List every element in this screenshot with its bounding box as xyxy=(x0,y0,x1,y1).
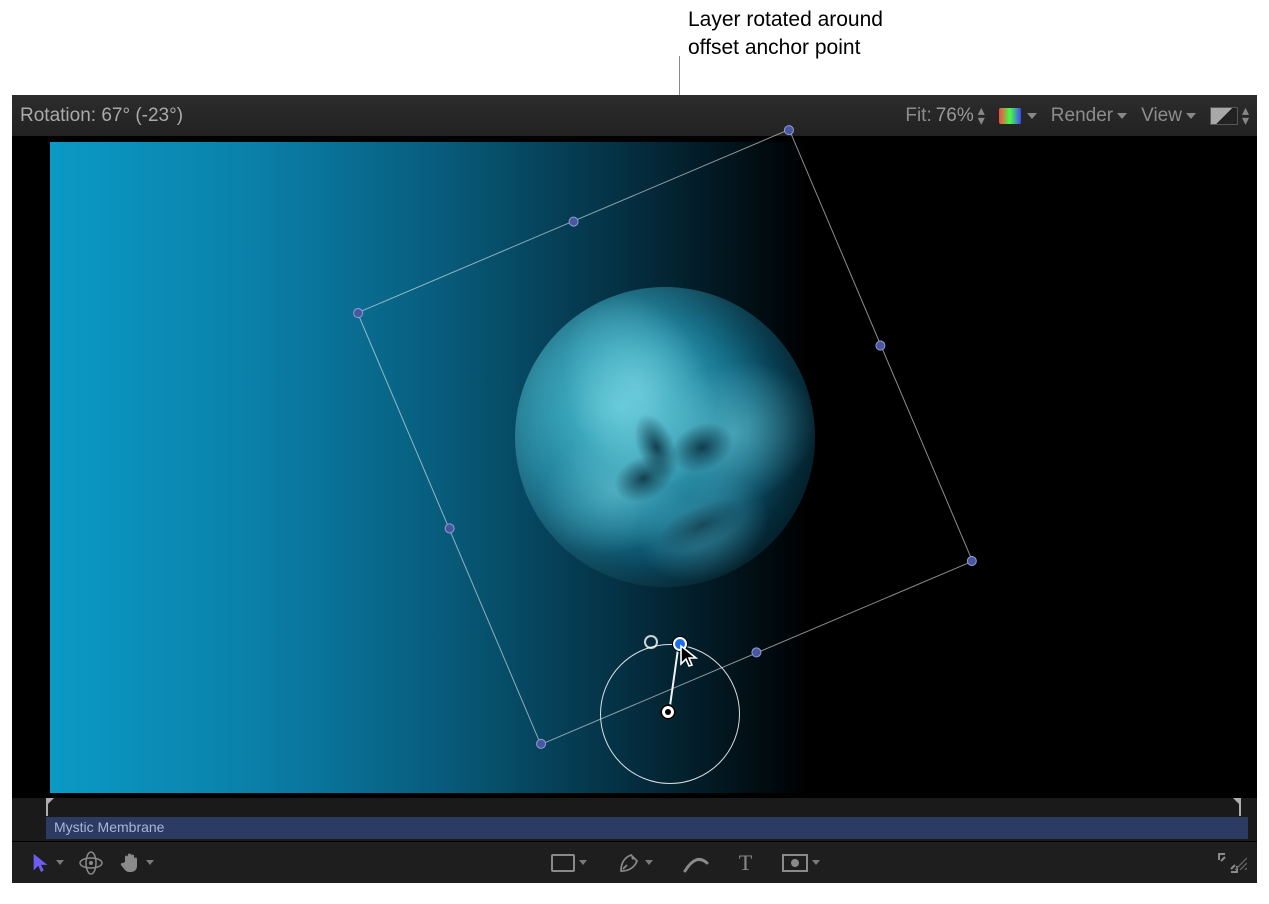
select-tool[interactable] xyxy=(30,852,64,874)
canvas-area[interactable] xyxy=(12,137,1257,797)
chevron-down-icon xyxy=(1027,113,1037,119)
rotation-readout: Rotation: 67° (-23°) xyxy=(20,105,905,127)
background-menu[interactable]: ▴▾ xyxy=(1210,106,1249,126)
chevron-down-icon xyxy=(1186,113,1196,119)
chevron-down-icon xyxy=(56,860,64,865)
out-point-marker-icon[interactable] xyxy=(1233,798,1241,806)
pan-tool[interactable] xyxy=(118,851,154,875)
fit-label: Fit: xyxy=(905,105,931,127)
chevron-down-icon xyxy=(146,860,154,865)
center-tool-group: T xyxy=(551,850,820,876)
resize-handle-bc[interactable] xyxy=(750,645,763,658)
rotation-start-handle xyxy=(644,635,658,649)
render-menu[interactable]: Render xyxy=(1051,105,1127,127)
stepper-icon: ▴▾ xyxy=(978,106,985,126)
mask-tool[interactable] xyxy=(782,854,820,872)
timeline-clip[interactable]: Mystic Membrane xyxy=(46,817,1257,839)
color-channel-menu[interactable] xyxy=(999,108,1037,124)
chevron-down-icon xyxy=(1117,113,1127,119)
chevron-down-icon xyxy=(645,860,653,865)
resize-handle-bl[interactable] xyxy=(534,737,547,750)
chevron-down-icon xyxy=(812,860,820,865)
toolbar-right-group: Fit: 76% ▴▾ Render View ▴▾ xyxy=(905,105,1249,127)
annotation-line-2: offset anchor point xyxy=(688,34,883,62)
bottom-toolbar: T xyxy=(12,841,1257,883)
chevron-down-icon xyxy=(579,860,587,865)
resize-handle-tc[interactable] xyxy=(567,215,580,228)
view-menu[interactable]: View xyxy=(1141,105,1196,127)
anchor-point-icon[interactable] xyxy=(660,704,676,720)
color-swatch-icon xyxy=(999,108,1021,124)
text-tool[interactable]: T xyxy=(739,850,752,876)
resize-handle-mr[interactable] xyxy=(874,339,887,352)
mini-timeline[interactable]: Mystic Membrane xyxy=(12,817,1257,841)
background-swatch-icon xyxy=(1210,107,1238,125)
canvas-window: Rotation: 67° (-23°) Fit: 76% ▴▾ Render … xyxy=(12,95,1257,883)
in-point-marker-icon[interactable] xyxy=(46,798,54,806)
zoom-fit-control[interactable]: Fit: 76% ▴▾ xyxy=(905,105,984,127)
annotation-line-1: Layer rotated around xyxy=(688,6,883,34)
paint-stroke-tool[interactable] xyxy=(683,851,709,875)
stepper-icon: ▴▾ xyxy=(1242,106,1249,126)
rotation-drag-handle[interactable] xyxy=(673,637,687,651)
resize-handle-br[interactable] xyxy=(965,554,978,567)
fit-value: 76% xyxy=(936,105,974,127)
3d-transform-tool[interactable] xyxy=(78,850,104,876)
window-resize-grip-icon[interactable] xyxy=(1233,856,1247,875)
resize-handle-ml[interactable] xyxy=(443,521,456,534)
viewport[interactable] xyxy=(50,142,1219,793)
mini-timeline-ruler[interactable] xyxy=(12,797,1257,817)
pen-tool[interactable] xyxy=(617,851,653,875)
render-label: Render xyxy=(1051,105,1113,127)
view-label: View xyxy=(1141,105,1182,127)
shape-tool[interactable] xyxy=(551,854,587,872)
annotation-callout: Layer rotated around offset anchor point xyxy=(688,6,883,63)
resize-handle-tl[interactable] xyxy=(352,306,365,319)
canvas-top-toolbar: Rotation: 67° (-23°) Fit: 76% ▴▾ Render … xyxy=(12,95,1257,137)
